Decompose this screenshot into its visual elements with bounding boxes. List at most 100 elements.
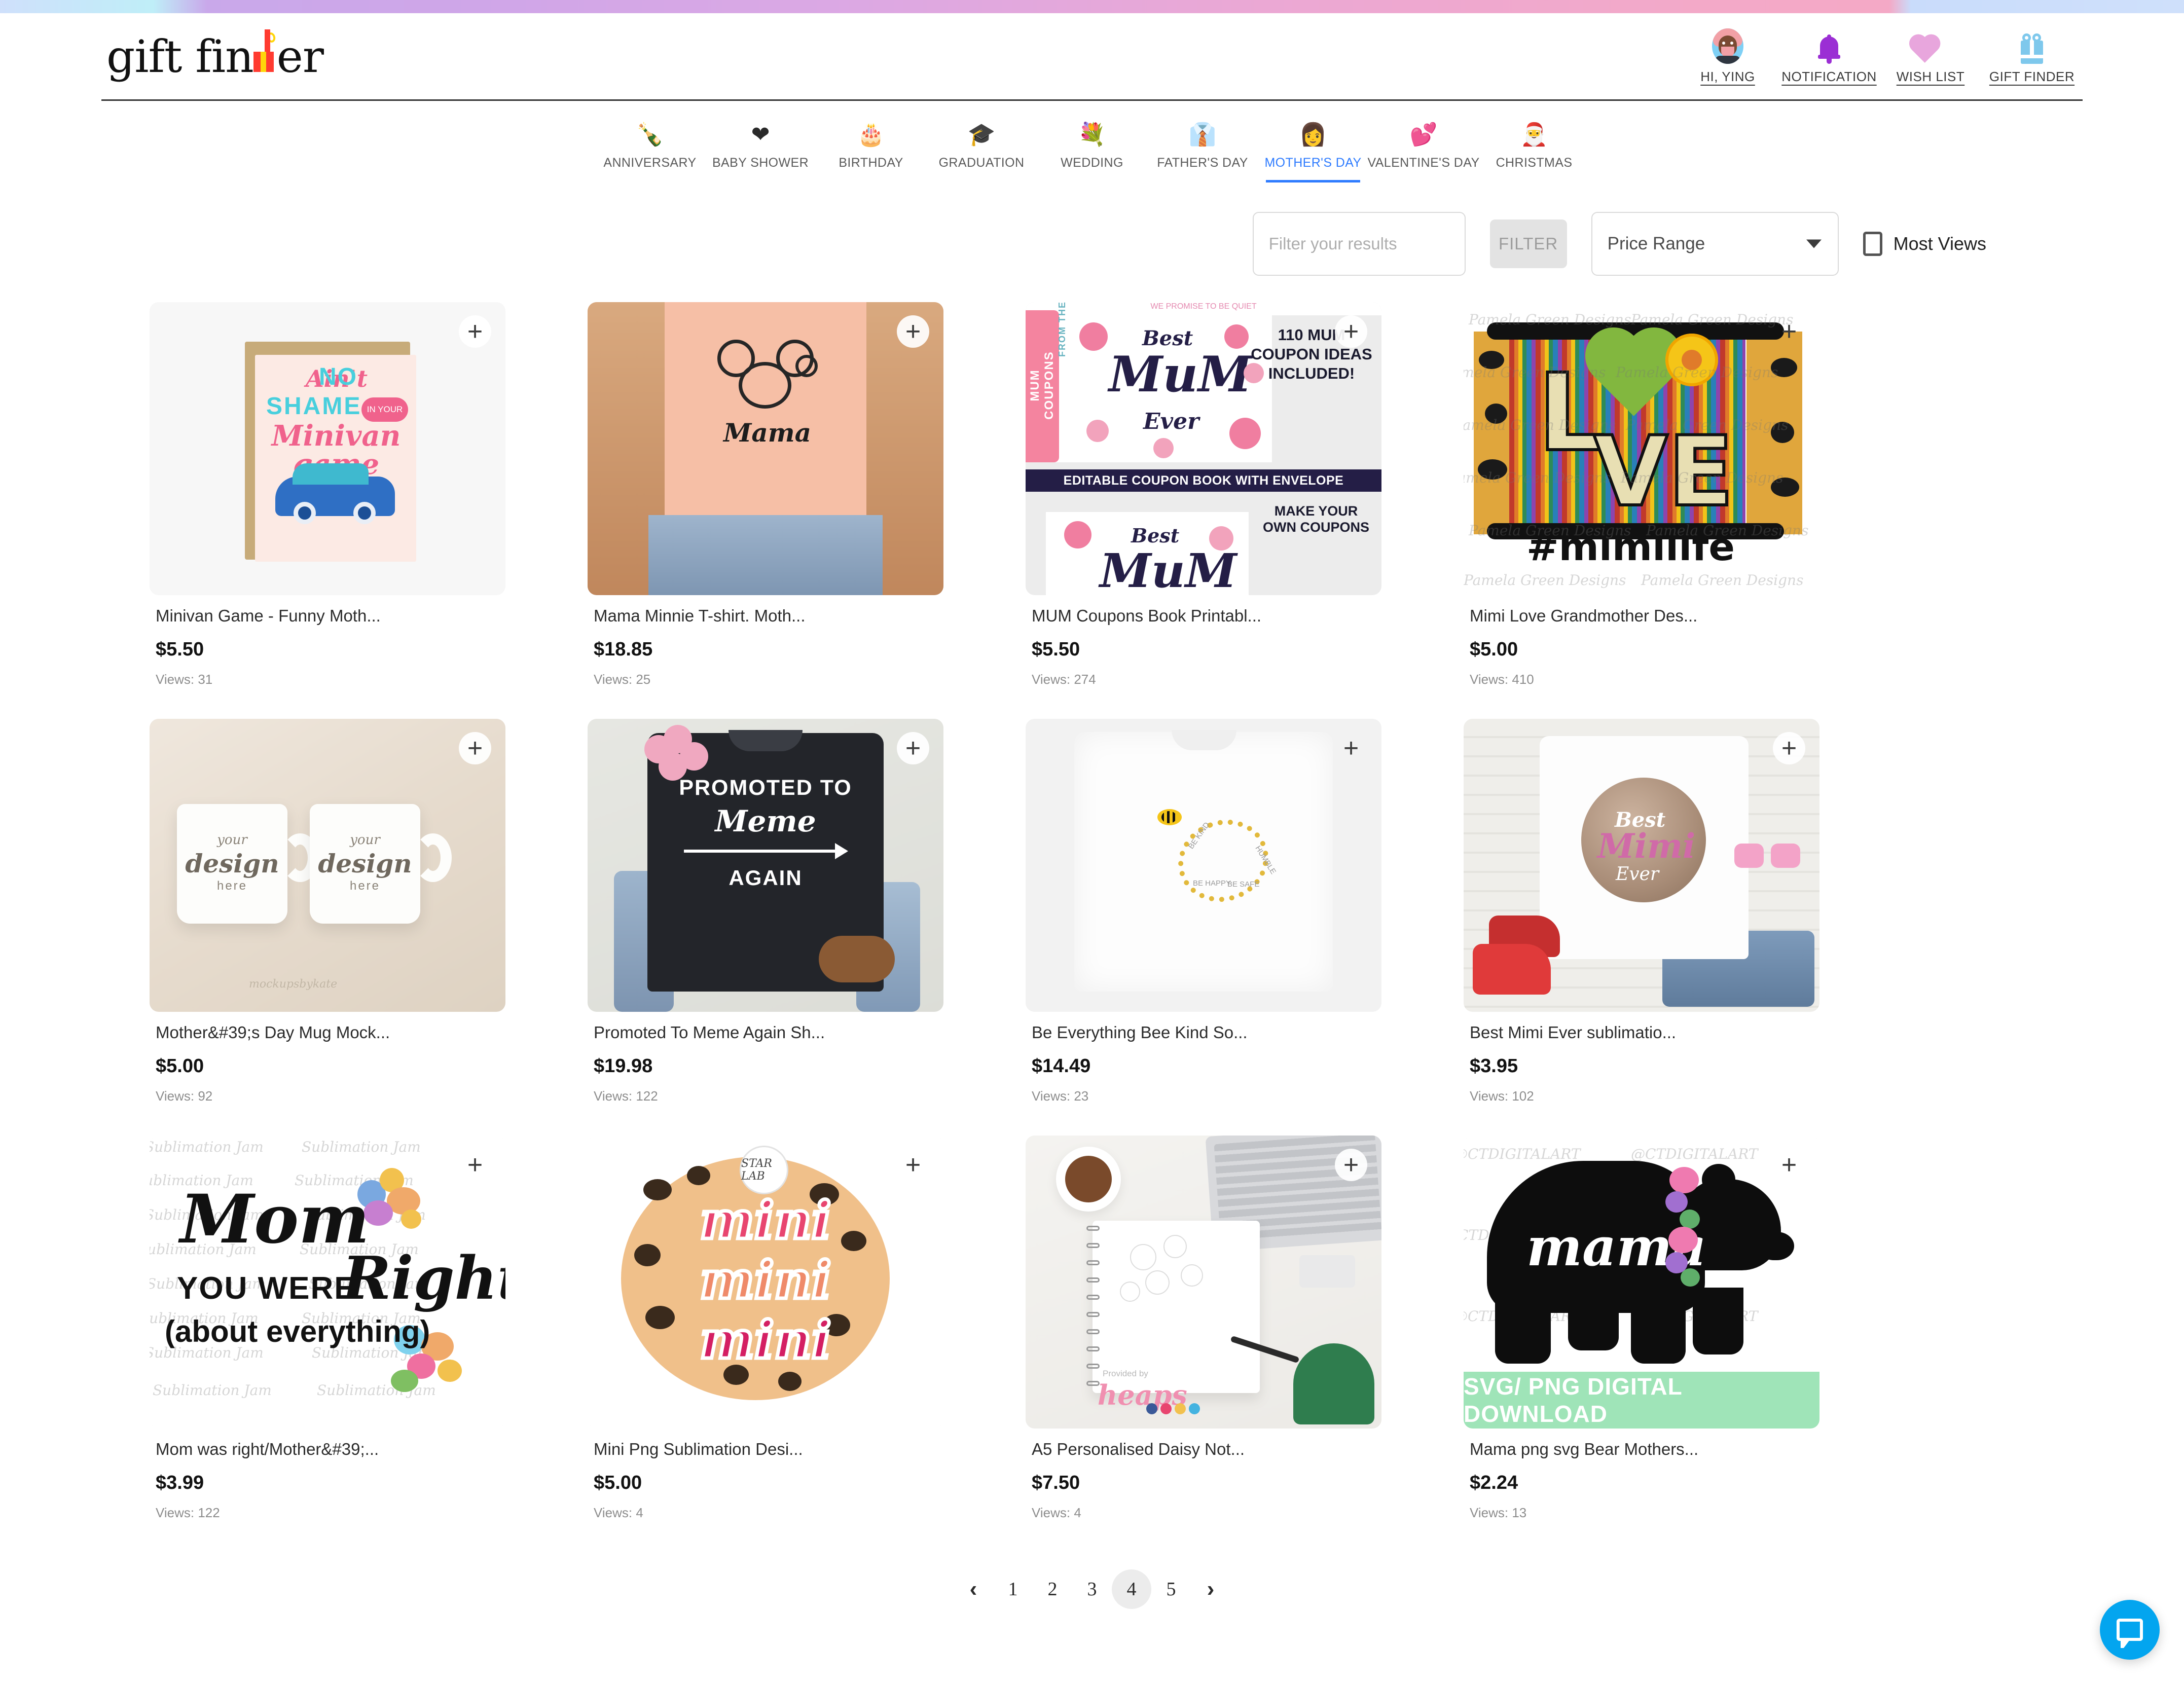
artwork-text: Meme [715,804,816,838]
plus-icon[interactable]: + [897,315,929,348]
plus-icon[interactable]: + [459,315,491,348]
product-card[interactable]: Best Mimi Ever + Best Mimi Ever sublimat… [1464,719,1819,1104]
product-meta: Mimi Love Grandmother Des... $5.00 Views… [1464,595,1819,687]
product-title: Mama Minnie T-shirt. Moth... [594,606,806,625]
artwork-watermark: @CTDIGITALART [1631,1146,1758,1162]
artwork-text: AGAIN [729,866,803,890]
product-meta: MUM Coupons Book Printabl... $5.50 Views… [1026,595,1381,687]
product-card[interactable]: mini mini mini STAR LAB + Mini Png Subli… [588,1136,943,1521]
most-views-checkbox[interactable] [1863,232,1882,256]
product-card[interactable]: WE PROMISE TO BE QUIET MUM COUPONS FROM … [1026,302,1381,687]
pagination-next[interactable]: › [1191,1569,1230,1609]
product-thumbnail[interactable]: Sublimation Jam Sublimation Jam Sublimat… [150,1136,505,1429]
pagination-page-4[interactable]: 4 [1112,1569,1151,1609]
wish-list-link[interactable]: WISH LIST [1880,28,1981,85]
product-thumbnail[interactable]: BE KIND BE HAPPY BE SAFE HUMBLE + [1026,719,1381,1012]
product-thumbnail[interactable]: your design here your design here mockup… [150,719,505,1012]
pagination-page-1[interactable]: 1 [993,1569,1033,1609]
product-card[interactable]: Sublimation Jam Sublimation Jam Sublimat… [150,1136,505,1521]
artwork-watermark: Sublimation Jam [150,1139,264,1155]
product-thumbnail[interactable]: mini mini mini STAR LAB + [588,1136,943,1429]
plus-icon[interactable]: + [459,732,491,764]
most-views-toggle[interactable]: Most Views [1863,232,1986,256]
product-price: $3.99 [156,1472,204,1493]
product-artwork: WE PROMISE TO BE QUIET MUM COUPONS FROM … [1026,302,1381,595]
artwork-watermark: mockupsbykate [249,978,338,991]
account-link[interactable]: HI, YING [1677,28,1778,85]
artwork-text: mini [698,1189,833,1253]
product-card[interactable]: your design here your design here mockup… [150,719,505,1104]
product-thumbnail[interactable]: Ain't NO SHAME IN YOUR Minivan game + [150,302,505,595]
product-title: Mini Png Sublimation Desi... [594,1440,803,1458]
pagination-prev[interactable]: ‹ [954,1569,993,1609]
product-card[interactable]: Ain't NO SHAME IN YOUR Minivan game + Mi… [150,302,505,687]
plus-icon[interactable]: + [1335,732,1367,764]
plus-icon[interactable]: + [897,732,929,764]
product-artwork: BE KIND BE HAPPY BE SAFE HUMBLE [1026,719,1381,1012]
pagination-page-2[interactable]: 2 [1033,1569,1072,1609]
plus-icon[interactable]: + [459,1149,491,1181]
product-artwork: Sublimation Jam Sublimation Jam Sublimat… [150,1136,505,1429]
logo-text-left: gift fin [106,30,254,83]
brand-logo[interactable]: gift fin er [101,29,324,83]
category-birthday[interactable]: 🎂 BIRTHDAY [816,122,926,170]
category-label: ANNIVERSARY [603,156,697,170]
logo-text-right: er [276,30,324,83]
product-card[interactable]: BE KIND BE HAPPY BE SAFE HUMBLE + Be Eve… [1026,719,1381,1104]
product-price: $19.98 [594,1055,653,1077]
plus-icon[interactable]: + [1335,315,1367,348]
love-birds-icon: 💕 [1409,122,1438,147]
product-artwork: L VE #mimilife Pamela Green Designs Pame… [1464,302,1819,595]
product-card[interactable]: L VE #mimilife Pamela Green Designs Pame… [1464,302,1819,687]
rings-icon: 💐 [1078,122,1106,147]
product-views: Views: 31 [156,672,213,687]
chat-button[interactable] [2100,1600,2160,1660]
heart-icon: ❤ [751,122,770,147]
product-card[interactable]: Mama + Mama Minnie T-shirt. Moth... $18.… [588,302,943,687]
product-card[interactable]: Provided by heaps + A5 Personalised Dais… [1026,1136,1381,1521]
category-christmas[interactable]: 🎅 CHRISTMAS [1479,122,1589,170]
category-graduation[interactable]: 🎓 GRADUATION [926,122,1037,170]
filter-button[interactable]: FILTER [1489,219,1567,268]
artwork-text: your [217,832,247,848]
product-thumbnail[interactable]: @CTDIGITALART @CTDIGITALART @CTDIGITALAR… [1464,1136,1819,1429]
product-thumbnail[interactable]: Provided by heaps + [1026,1136,1381,1429]
plus-icon[interactable]: + [1773,315,1805,348]
product-card[interactable]: PROMOTED TO Meme AGAIN + Promoted To Mem… [588,719,943,1104]
category-valentines-day[interactable]: 💕 VALENTINE'S DAY [1368,122,1480,170]
product-thumbnail[interactable]: WE PROMISE TO BE QUIET MUM COUPONS FROM … [1026,302,1381,595]
product-meta: Mama png svg Bear Mothers... $2.24 Views… [1464,1429,1819,1521]
plus-icon[interactable]: + [1773,1149,1805,1181]
pagination-page-3[interactable]: 3 [1072,1569,1112,1609]
product-thumbnail[interactable]: L VE #mimilife Pamela Green Designs Pame… [1464,302,1819,595]
product-card[interactable]: @CTDIGITALART @CTDIGITALART @CTDIGITALAR… [1464,1136,1819,1521]
category-mothers-day[interactable]: 👩 MOTHER'S DAY [1258,122,1368,170]
category-label: BIRTHDAY [839,156,903,170]
notification-link[interactable]: NOTIFICATION [1778,28,1880,85]
category-baby-shower[interactable]: ❤ BABY SHOWER [705,122,816,170]
price-range-select[interactable]: Price Range [1591,212,1839,276]
search-input[interactable] [1252,212,1466,276]
product-thumbnail[interactable]: Mama + [588,302,943,595]
bell-icon [1818,28,1840,64]
artwork-text: FROM THE KIDS [1057,302,1067,357]
product-meta: Promoted To Meme Again Sh... $19.98 View… [588,1012,943,1104]
header-actions: HI, YING NOTIFICATION WISH LIST GIFT FIN… [1677,28,2083,85]
product-price: $18.85 [594,639,653,660]
category-anniversary[interactable]: 🍾 ANNIVERSARY [595,122,705,170]
product-thumbnail[interactable]: Best Mimi Ever + [1464,719,1819,1012]
gift-finder-link[interactable]: GIFT FINDER [1981,28,2083,85]
site-header: gift fin er HI, YING NOTIFICATION WISH L… [0,13,2184,99]
category-wedding[interactable]: 💐 WEDDING [1037,122,1147,170]
category-fathers-day[interactable]: 👔 FATHER'S DAY [1147,122,1258,170]
artwork-watermark: Sublimation Jam [302,1139,421,1155]
artwork-text: PROMOTED TO [679,776,852,800]
pagination-page-5[interactable]: 5 [1151,1569,1191,1609]
plus-icon[interactable]: + [1335,1149,1367,1181]
plus-icon[interactable]: + [897,1149,929,1181]
plus-icon[interactable]: + [1773,732,1805,764]
artwork-text: Mimi [1597,826,1696,866]
product-thumbnail[interactable]: PROMOTED TO Meme AGAIN + [588,719,943,1012]
product-price: $5.00 [1470,639,1518,660]
product-title: Promoted To Meme Again Sh... [594,1023,825,1042]
